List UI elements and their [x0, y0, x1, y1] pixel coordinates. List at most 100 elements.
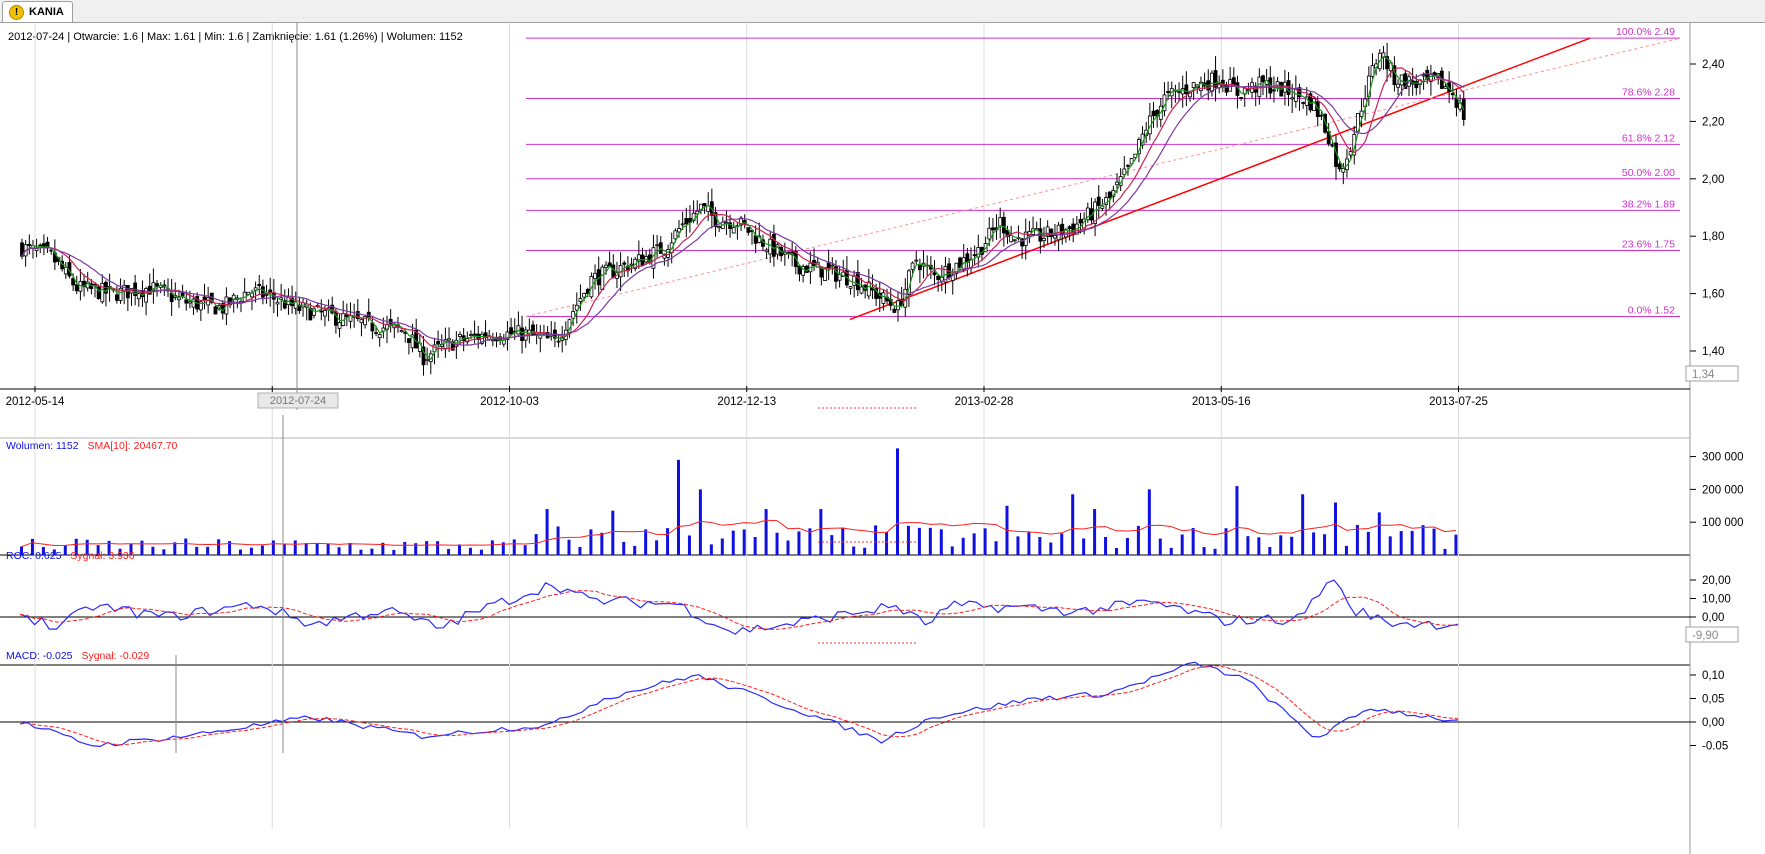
ohlc-info-bar: 2012-07-24 | Otwarcie: 1.6 | Max: 1.61 |…: [8, 31, 463, 43]
volume-bar: [1301, 494, 1305, 555]
candle-body: [1210, 72, 1214, 92]
volume-bar: [468, 547, 472, 555]
macd-y-label: 0,10: [1702, 670, 1724, 682]
volume-bar: [622, 541, 626, 555]
volume-bar: [600, 532, 604, 555]
volume-bar: [1323, 534, 1327, 555]
fib-label: 23.6% 1.75: [1622, 239, 1675, 251]
volume-bar: [1235, 486, 1239, 555]
candle-body: [578, 298, 583, 302]
volume-bar: [370, 548, 374, 555]
candle-body: [184, 299, 189, 304]
roc-y-label: 20,00: [1702, 575, 1731, 587]
candle-body: [1115, 181, 1119, 186]
volume-bar: [611, 510, 615, 555]
candle-body: [731, 227, 736, 234]
volume-bar: [458, 544, 461, 555]
volume-bar: [961, 537, 965, 555]
volume-bar: [753, 537, 757, 555]
volume-bar: [589, 529, 593, 555]
candle-body: [187, 301, 192, 304]
candle-body: [991, 227, 995, 231]
candle-body: [1009, 235, 1014, 243]
candle-body: [1213, 70, 1218, 88]
candle-body: [1107, 191, 1112, 199]
volume-bar: [917, 527, 921, 555]
candle-body: [1301, 102, 1306, 104]
candle-body: [764, 249, 769, 253]
y-tick-label: 1,80: [1702, 231, 1724, 243]
candle-body: [191, 298, 196, 308]
volume-bar: [1268, 547, 1272, 555]
volume-bar: [217, 539, 221, 555]
fib-label: 100.0% 2.49: [1616, 26, 1675, 38]
candle-body: [753, 235, 758, 244]
volume-bar: [786, 540, 790, 555]
candle-body: [458, 333, 462, 337]
tab-bar: ! KANIA: [0, 0, 1765, 23]
tab-kania[interactable]: ! KANIA: [2, 1, 73, 22]
volume-bar: [447, 548, 451, 555]
macd-legend-label: MACD: -0.025: [6, 650, 73, 662]
candle-body: [337, 322, 342, 329]
volume-bar: [359, 549, 363, 555]
roc-signal-legend-label: Sygnał: 3.936: [70, 550, 134, 562]
candle-body: [38, 244, 43, 247]
candle-body: [377, 334, 382, 339]
volume-bar: [1191, 527, 1195, 555]
candle-body: [972, 254, 977, 257]
volume-bar: [928, 527, 932, 555]
volume-bar: [1366, 531, 1370, 555]
volume-bar: [195, 546, 199, 555]
volume-bar: [775, 532, 779, 555]
candle-body: [881, 292, 886, 304]
volume-bar: [1432, 528, 1436, 555]
volume-bar: [841, 527, 845, 555]
volume-bar: [1454, 534, 1458, 555]
candle-body: [359, 319, 364, 324]
volume-bar: [666, 528, 670, 555]
candle-body: [425, 358, 430, 362]
volume-bar: [764, 509, 768, 555]
x-tick-label: 2013-02-28: [955, 396, 1014, 408]
candle-body: [155, 283, 159, 287]
candle-body: [1038, 228, 1043, 242]
candle-body: [374, 332, 378, 334]
chart-canvas[interactable]: 2012-07-24 | Otwarcie: 1.6 | Max: 1.61 |…: [0, 23, 1765, 854]
volume-bar: [1027, 532, 1031, 555]
candle-body: [1078, 219, 1083, 224]
candle-body: [275, 301, 280, 305]
volume-bar: [512, 539, 516, 555]
candle-body: [1042, 237, 1046, 242]
candle-body: [136, 293, 141, 300]
cursor-date-label: 2012-07-24: [270, 395, 326, 407]
volume-bar: [644, 529, 648, 555]
roc-legend: ROC: 0.625 Sygnał: 3.936: [6, 550, 135, 562]
candle-body: [855, 272, 860, 291]
candle-body: [859, 286, 864, 294]
candle-body: [655, 244, 659, 247]
candle-body: [447, 338, 451, 341]
volume-bar: [403, 541, 407, 555]
volume-bar: [151, 546, 155, 555]
volume-bar: [249, 547, 253, 555]
volume-bar: [950, 546, 954, 555]
candle-body: [797, 265, 802, 275]
volume-y-label: 200 000: [1702, 484, 1744, 496]
candle-body: [1370, 65, 1375, 77]
candle-body: [717, 226, 722, 229]
candle-body: [202, 296, 207, 300]
y-tick-label: 2,00: [1702, 174, 1724, 186]
candle-body: [1001, 216, 1006, 234]
candle-body: [852, 275, 857, 286]
candle-body: [910, 262, 915, 270]
volume-bar: [819, 509, 823, 555]
y-tick-label: 1,40: [1702, 346, 1724, 358]
x-tick-label: 2013-07-25: [1429, 396, 1488, 408]
volume-bar: [1049, 542, 1053, 555]
volume-bar: [1213, 548, 1217, 555]
volume-bar: [1443, 548, 1447, 555]
volume-bar: [1377, 512, 1381, 555]
volume-bar: [994, 541, 998, 555]
volume-bar: [852, 546, 856, 555]
